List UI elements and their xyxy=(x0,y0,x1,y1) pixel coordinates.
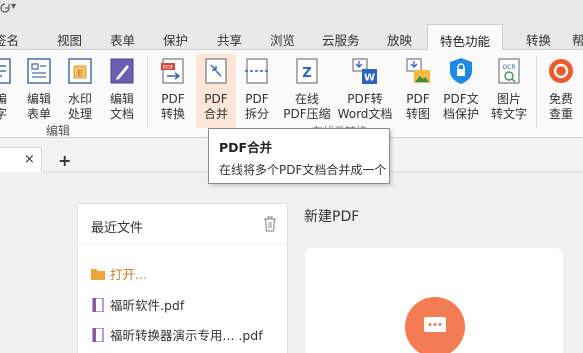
folder-icon xyxy=(91,269,105,280)
ocr-icon: OCR xyxy=(498,58,520,84)
edit-form-icon xyxy=(27,58,51,84)
ocr-label: 图片 转文字 xyxy=(490,92,527,121)
document-tab[interactable] xyxy=(0,147,42,172)
pdf-to-image-icon xyxy=(406,58,430,83)
new-pdf-title: 新建PDF xyxy=(304,209,360,225)
watermark-button[interactable]: E 水印 处理 xyxy=(63,54,97,128)
pdf-compress-button[interactable]: Z 在线 PDF压缩 xyxy=(282,54,332,128)
tab-protect[interactable]: 保护 xyxy=(163,30,188,49)
recent-file-name: 福昕软件.pdf xyxy=(110,298,185,313)
pdf-convert-label: PDF 转换 xyxy=(160,92,185,121)
pdf-to-image-label: PDF 转图 xyxy=(405,92,430,121)
pdf-merge-tooltip: PDF合并 在线将多个PDF文档合并成一个 xyxy=(208,128,390,184)
pdf-to-word-button[interactable]: W PDF转 Word文档 xyxy=(336,54,394,128)
pdf-split-button[interactable]: PDF 拆分 xyxy=(238,54,276,128)
pdf-split-icon xyxy=(245,58,269,84)
title-bar: ▾ xyxy=(0,0,583,26)
tab-share[interactable]: 共享 xyxy=(217,30,242,49)
plagiarism-check-icon xyxy=(549,59,573,83)
tab-view[interactable]: 视图 xyxy=(57,30,82,49)
ribbon-separator xyxy=(147,56,148,128)
pdf-convert-icon: PDF xyxy=(161,58,184,84)
pdf-compress-label: 在线 PDF压缩 xyxy=(283,92,331,121)
edit-text-icon xyxy=(0,58,11,84)
add-tab-button[interactable]: + xyxy=(58,151,71,170)
edit-document-icon xyxy=(110,58,134,84)
pdf-convert-button[interactable]: PDF PDF 转换 xyxy=(154,54,192,128)
svg-text:E: E xyxy=(77,69,82,78)
ribbon-panel: 编 字 编辑 表单 E 水印 处理 编辑 文档 编辑 PDF PDF 转换 PD… xyxy=(0,50,583,138)
tab-convert[interactable]: 转换 xyxy=(526,30,551,49)
edit-form-button[interactable]: 编辑 表单 xyxy=(22,54,56,128)
quick-access-dropdown[interactable]: ▾ xyxy=(11,1,16,12)
recent-files-title: 最近文件 xyxy=(91,221,144,236)
trash-icon[interactable] xyxy=(262,215,278,233)
svg-text:Z: Z xyxy=(302,66,311,81)
tab-slideshow[interactable]: 放映 xyxy=(387,30,412,49)
recent-file-item[interactable]: 福昕软件.pdf xyxy=(90,295,184,314)
tab-help[interactable]: 帮 xyxy=(572,30,583,49)
svg-text:OCR: OCR xyxy=(502,64,515,71)
recent-file-item[interactable]: 福昕转换器演示专用... .pdf xyxy=(90,325,263,344)
tab-form[interactable]: 表单 xyxy=(110,30,135,49)
new-pdf-icon xyxy=(405,297,465,353)
pdf-protect-label: PDF文 档保护 xyxy=(442,92,479,121)
close-tab-icon[interactable]: × xyxy=(24,152,35,167)
tooltip-description: 在线将多个PDF文档合并成一个 xyxy=(219,163,387,177)
pdf-protect-icon xyxy=(450,58,472,84)
edit-document-button[interactable]: 编辑 文档 xyxy=(104,54,140,128)
pdf-file-icon xyxy=(92,328,104,342)
start-page: 最近文件 打开... 福昕软件.pdf 福昕转换器演示专用... .pdf 新建… xyxy=(0,173,583,353)
pdf-to-word-icon: W xyxy=(352,58,377,84)
pdf-file-icon xyxy=(92,298,104,312)
plagiarism-check-button[interactable]: 免费 查重 xyxy=(541,54,581,128)
pdf-split-label: PDF 拆分 xyxy=(244,92,269,121)
watermark-label: 水印 处理 xyxy=(67,92,92,121)
quick-access-icon[interactable] xyxy=(0,3,10,18)
pdf-merge-button[interactable]: PDF 合并 xyxy=(196,54,236,128)
pdf-protect-button[interactable]: PDF文 档保护 xyxy=(441,54,481,128)
edit-form-label: 编辑 表单 xyxy=(26,92,51,121)
tab-browse[interactable]: 浏览 xyxy=(270,30,295,49)
open-file-button[interactable]: 打开... xyxy=(90,264,147,283)
pdf-merge-icon xyxy=(205,58,227,84)
new-pdf-card[interactable] xyxy=(305,248,563,353)
edit-document-label: 编辑 文档 xyxy=(109,92,134,121)
recent-files-panel: 最近文件 打开... 福昕软件.pdf 福昕转换器演示专用... .pdf xyxy=(77,203,288,353)
tab-special-features[interactable]: 特色功能 xyxy=(427,24,504,51)
pdf-merge-label: PDF 合并 xyxy=(203,92,228,121)
recent-file-name: 福昕转换器演示专用... .pdf xyxy=(110,328,263,343)
pdf-to-word-label: PDF转 Word文档 xyxy=(337,92,393,121)
svg-text:W: W xyxy=(364,73,375,84)
tooltip-title: PDF合并 xyxy=(219,140,273,155)
pdf-compress-icon: Z xyxy=(296,58,318,84)
tab-cloud[interactable]: 云服务 xyxy=(322,30,360,49)
ocr-button[interactable]: OCR 图片 转文字 xyxy=(487,54,531,128)
open-file-label: 打开... xyxy=(110,267,147,282)
ribbon-separator xyxy=(536,56,537,128)
watermark-icon: E xyxy=(68,58,92,84)
divider xyxy=(78,244,287,245)
tab-sign[interactable]: 签名 xyxy=(0,30,19,49)
svg-text:PDF: PDF xyxy=(163,65,174,71)
ribbon-group-edit-label: 编辑 xyxy=(46,124,71,138)
pdf-to-image-button[interactable]: PDF 转图 xyxy=(400,54,436,128)
edit-text-label: 编 字 xyxy=(0,92,7,121)
edit-text-button[interactable]: 编 字 xyxy=(0,54,12,128)
plagiarism-check-label: 免费 查重 xyxy=(548,92,573,121)
ribbon-tab-row: 签名 视图 表单 保护 共享 浏览 云服务 放映 特色功能 转换 帮 xyxy=(0,24,583,51)
